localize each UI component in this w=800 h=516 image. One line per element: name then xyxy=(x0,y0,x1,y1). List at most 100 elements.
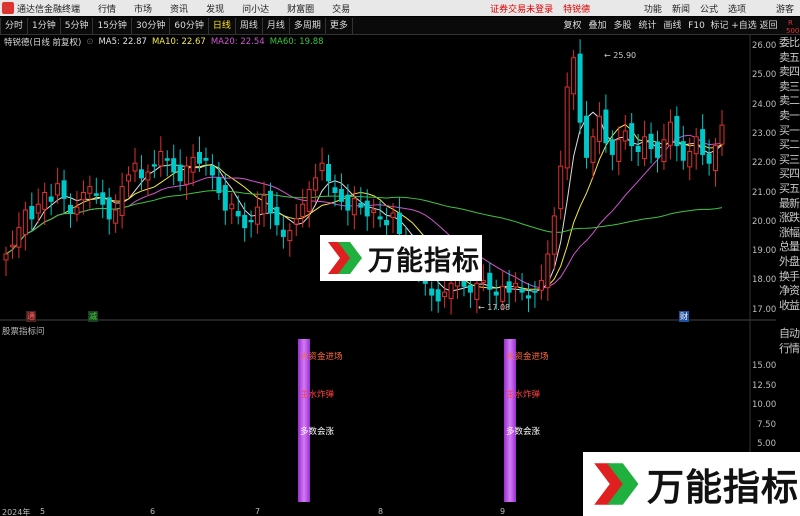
candle[interactable] xyxy=(558,150,564,220)
candle[interactable] xyxy=(319,147,325,181)
candle[interactable] xyxy=(87,175,93,209)
tool-stats[interactable]: 统计 xyxy=(635,17,660,35)
indicator-name[interactable]: 股票指标问 xyxy=(2,325,45,337)
candle[interactable] xyxy=(713,137,719,187)
candle[interactable] xyxy=(151,150,157,179)
candle[interactable] xyxy=(338,173,344,211)
candle[interactable] xyxy=(577,39,583,134)
tab-monthly[interactable]: 月线 xyxy=(263,17,290,34)
candle[interactable] xyxy=(16,212,22,259)
tab-60min[interactable]: 60分钟 xyxy=(170,17,209,34)
tool-add-watchlist[interactable]: +自选 xyxy=(730,17,758,35)
tab-intraday[interactable]: 分时 xyxy=(0,17,29,34)
tab-1min[interactable]: 1分钟 xyxy=(28,17,61,34)
candle[interactable] xyxy=(100,179,106,219)
candle[interactable] xyxy=(255,191,261,234)
signal-bar[interactable] xyxy=(298,339,310,502)
tab-weekly[interactable]: 周线 xyxy=(236,17,263,34)
candle[interactable] xyxy=(371,198,377,228)
sidebar-auto[interactable]: 自动 xyxy=(779,325,800,341)
candle[interactable] xyxy=(306,181,312,228)
candle[interactable] xyxy=(629,112,635,162)
candle[interactable] xyxy=(487,262,493,305)
marker-tong[interactable]: 通 xyxy=(26,311,36,322)
candle[interactable] xyxy=(390,203,396,234)
candle[interactable] xyxy=(267,182,273,230)
menu-news[interactable]: 资讯 xyxy=(170,2,188,15)
candle[interactable] xyxy=(571,50,577,110)
candle[interactable] xyxy=(203,147,209,176)
candle[interactable] xyxy=(35,188,41,223)
candle[interactable] xyxy=(29,192,35,232)
candle[interactable] xyxy=(429,281,435,312)
sidebar-quote[interactable]: 行情 xyxy=(779,340,800,356)
candle[interactable] xyxy=(171,144,177,186)
candle[interactable] xyxy=(287,223,293,257)
candle[interactable] xyxy=(9,230,15,259)
signal-bar[interactable] xyxy=(504,339,516,502)
candle[interactable] xyxy=(190,144,196,187)
candle[interactable] xyxy=(654,130,660,173)
menu-formula[interactable]: 公式 xyxy=(700,2,718,15)
candle[interactable] xyxy=(80,180,86,215)
candle[interactable] xyxy=(609,130,615,171)
candle[interactable] xyxy=(293,204,299,236)
candle[interactable] xyxy=(635,133,641,167)
tool-draw[interactable]: 画线 xyxy=(660,17,685,35)
candle[interactable] xyxy=(106,187,112,235)
candle[interactable] xyxy=(532,281,538,308)
menu-quotes[interactable]: 行情 xyxy=(98,2,116,15)
candle[interactable] xyxy=(93,177,99,204)
candle[interactable] xyxy=(119,172,125,229)
candle[interactable] xyxy=(326,154,332,197)
candle[interactable] xyxy=(184,156,190,200)
candle[interactable] xyxy=(229,193,235,224)
candle[interactable] xyxy=(519,273,525,301)
candle[interactable] xyxy=(145,164,151,197)
candle[interactable] xyxy=(235,195,241,225)
candle[interactable] xyxy=(642,120,648,167)
tool-mark[interactable]: 标记 xyxy=(707,17,732,35)
menu-news-right[interactable]: 新闻 xyxy=(672,2,690,15)
candle[interactable] xyxy=(22,201,28,251)
candle[interactable] xyxy=(596,102,602,155)
menu-market[interactable]: 市场 xyxy=(134,2,152,15)
tool-f10[interactable]: F10 xyxy=(684,17,709,35)
login-warning[interactable]: 证券交易未登录 xyxy=(490,2,553,15)
candle[interactable] xyxy=(538,264,544,300)
tool-overlay[interactable]: 叠加 xyxy=(585,17,610,35)
candle[interactable] xyxy=(364,189,370,231)
tab-15min[interactable]: 15分钟 xyxy=(93,17,132,34)
candle[interactable] xyxy=(177,149,183,191)
candle[interactable] xyxy=(622,114,628,150)
candle[interactable] xyxy=(280,215,286,249)
candle[interactable] xyxy=(61,169,67,214)
candle[interactable] xyxy=(719,110,725,156)
candle[interactable] xyxy=(616,126,622,176)
candle[interactable] xyxy=(680,125,686,170)
candle[interactable] xyxy=(209,154,215,190)
candle[interactable] xyxy=(674,106,680,162)
candle[interactable] xyxy=(584,101,590,169)
menu-trade[interactable]: 交易 xyxy=(332,2,350,15)
candle[interactable] xyxy=(545,240,551,301)
candle[interactable] xyxy=(132,147,138,182)
menu-ask[interactable]: 问小达 xyxy=(242,2,269,15)
candle[interactable] xyxy=(126,166,132,197)
candle[interactable] xyxy=(42,182,48,226)
candle[interactable] xyxy=(351,186,357,230)
candle[interactable] xyxy=(648,122,654,164)
candle[interactable] xyxy=(525,282,531,313)
candle[interactable] xyxy=(667,109,673,160)
menu-function[interactable]: 功能 xyxy=(644,2,662,15)
tab-5min[interactable]: 5分钟 xyxy=(61,17,94,34)
candle[interactable] xyxy=(113,194,119,233)
candle[interactable] xyxy=(55,167,61,204)
candle[interactable] xyxy=(564,72,570,181)
marker-jian[interactable]: 减 xyxy=(88,311,98,322)
tab-more[interactable]: 更多 xyxy=(326,17,353,34)
candle[interactable] xyxy=(442,276,448,308)
candle[interactable] xyxy=(48,183,54,216)
candle[interactable] xyxy=(158,136,164,177)
candle[interactable] xyxy=(590,128,596,179)
